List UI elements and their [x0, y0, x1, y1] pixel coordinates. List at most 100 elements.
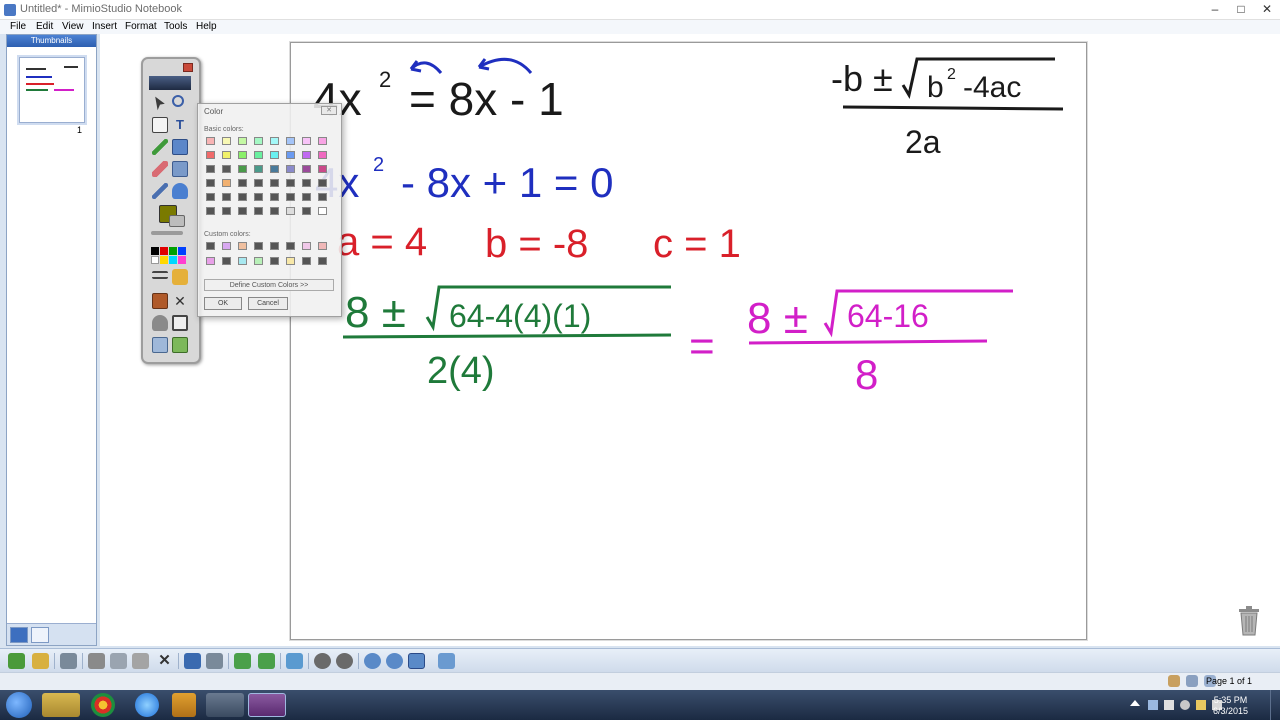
step1-radicand: 64-4(4)(1) — [449, 298, 591, 334]
object-icon[interactable] — [172, 269, 188, 285]
menu-tools[interactable]: Tools — [164, 21, 187, 32]
next-page-icon[interactable] — [336, 653, 353, 669]
gallery-tab-icon[interactable] — [31, 627, 49, 643]
step2-radicand: 64-16 — [847, 298, 929, 334]
delete-icon[interactable]: ✕ — [156, 653, 173, 669]
copy-icon[interactable] — [110, 653, 127, 669]
ok-button[interactable]: OK — [204, 297, 242, 310]
zoom-out-icon[interactable] — [386, 653, 403, 669]
line-width-slider[interactable] — [151, 231, 183, 235]
move-arrow-2 — [478, 57, 533, 74]
ink-layer: 4x 2 = 8x - 1 4x 2 - 8x + 1 = 0 a = 4 b … — [313, 57, 1064, 398]
tray-expand-icon[interactable] — [1130, 700, 1140, 706]
gallery-icon[interactable] — [152, 337, 168, 353]
step2-numerator-left: 8 ± — [747, 294, 808, 343]
zoom-fit-icon[interactable] — [408, 653, 425, 669]
define-custom-colors-button[interactable]: Define Custom Colors >> — [204, 279, 334, 291]
open-icon[interactable] — [8, 653, 25, 669]
full-screen-icon[interactable] — [438, 653, 455, 669]
spotlight-icon[interactable] — [152, 315, 168, 331]
menu-bar: File Edit View Insert Format Tools Help — [0, 20, 1280, 34]
network-icon[interactable] — [1164, 700, 1174, 710]
notebook-page[interactable]: 4x 2 = 8x - 1 4x 2 - 8x + 1 = 0 a = 4 b … — [290, 42, 1087, 640]
thumbnails-header: Thumbnails — [7, 35, 96, 47]
palette-cyan[interactable] — [169, 256, 177, 264]
page-thumbnail[interactable] — [19, 57, 85, 123]
clock[interactable]: 5:35 PM 6/3/2015 — [1213, 695, 1248, 717]
palette-green[interactable] — [169, 247, 177, 255]
mimio-toolbox[interactable]: T ✕ — [141, 57, 201, 364]
cancel-button[interactable]: Cancel — [248, 297, 288, 310]
step1-denominator: 2(4) — [427, 350, 495, 392]
reveal-icon[interactable] — [152, 293, 168, 309]
tray-app-icon[interactable] — [1196, 700, 1206, 710]
volume-icon[interactable] — [1180, 700, 1190, 710]
file-explorer-icon[interactable] — [42, 693, 80, 717]
shape-icon[interactable] — [172, 139, 188, 155]
cut-icon[interactable] — [88, 653, 105, 669]
show-desktop-button[interactable] — [1270, 690, 1280, 720]
undo-icon[interactable] — [184, 653, 201, 669]
main-toolbar: ✕ — [0, 648, 1280, 672]
menu-format[interactable]: Format — [125, 21, 157, 32]
eraser-icon[interactable] — [152, 161, 168, 177]
taskbar-app-icon[interactable] — [206, 693, 244, 717]
fill-color-swatch[interactable] — [169, 215, 185, 227]
eq2-rest: - 8x + 1 = 0 — [401, 159, 613, 206]
maximize-button[interactable]: □ — [1229, 0, 1253, 18]
fill-icon[interactable] — [172, 183, 188, 199]
menu-insert[interactable]: Insert — [92, 21, 117, 32]
pen-icon[interactable] — [152, 117, 168, 133]
toolbox-close-icon[interactable] — [183, 63, 193, 72]
thumbnails-tab-icon[interactable] — [10, 627, 28, 643]
thumbnail-number: 1 — [77, 125, 83, 135]
media-player-icon[interactable] — [172, 693, 196, 717]
close-button[interactable]: ✕ — [1255, 0, 1279, 18]
palette-red[interactable] — [160, 247, 168, 255]
delete-tool-icon[interactable]: ✕ — [172, 293, 188, 309]
menu-help[interactable]: Help — [196, 21, 217, 32]
chrome-icon[interactable] — [91, 693, 115, 717]
line-style-icon[interactable] — [152, 271, 168, 279]
start-button[interactable] — [6, 692, 32, 718]
dropper-icon[interactable] — [152, 183, 168, 199]
menu-view[interactable]: View — [62, 21, 84, 32]
color-dialog-close-button[interactable]: ✕ — [321, 106, 337, 115]
print-icon[interactable] — [60, 653, 77, 669]
basic-colors-label: Basic colors: — [204, 126, 244, 133]
screen-capture-icon[interactable] — [172, 315, 188, 331]
menu-file[interactable]: File — [10, 21, 26, 32]
recorder-icon[interactable] — [172, 337, 188, 353]
paste-icon[interactable] — [132, 653, 149, 669]
thumbnails-panel: Thumbnails 1 — [6, 34, 97, 646]
menu-edit[interactable]: Edit — [36, 21, 53, 32]
palette-black[interactable] — [151, 247, 159, 255]
panel-tabs — [7, 623, 96, 645]
palette-magenta[interactable] — [178, 256, 186, 264]
save-icon[interactable] — [32, 653, 49, 669]
trash-icon[interactable] — [1237, 606, 1261, 636]
ruler-icon[interactable] — [1186, 675, 1198, 687]
window-title: Untitled* - MimioStudio Notebook — [20, 3, 183, 15]
palette-blue[interactable] — [178, 247, 186, 255]
select-arrow-icon[interactable] — [155, 96, 165, 111]
new-page-icon[interactable] — [234, 653, 251, 669]
mimio-notebook-taskbar-icon[interactable] — [248, 693, 286, 717]
color-dialog[interactable]: Color ✕ Basic colors: Custom colors: Def… — [197, 103, 342, 317]
redo-icon[interactable] — [206, 653, 223, 669]
image-icon[interactable] — [172, 161, 188, 177]
highlighter-icon[interactable] — [152, 139, 168, 155]
zoom-icon[interactable] — [172, 95, 184, 107]
group-icon[interactable] — [286, 653, 303, 669]
minimize-button[interactable]: – — [1203, 0, 1227, 18]
palette-yellow[interactable] — [160, 256, 168, 264]
formula-fraction-bar — [842, 105, 1064, 111]
zoom-in-icon[interactable] — [364, 653, 381, 669]
palette-white[interactable] — [151, 256, 159, 264]
previous-page-icon[interactable] — [314, 653, 331, 669]
action-center-icon[interactable] — [1148, 700, 1158, 710]
duplicate-page-icon[interactable] — [258, 653, 275, 669]
internet-explorer-icon[interactable] — [135, 693, 159, 717]
page-options-icon[interactable] — [1168, 675, 1180, 687]
text-tool-icon[interactable]: T — [172, 117, 188, 133]
